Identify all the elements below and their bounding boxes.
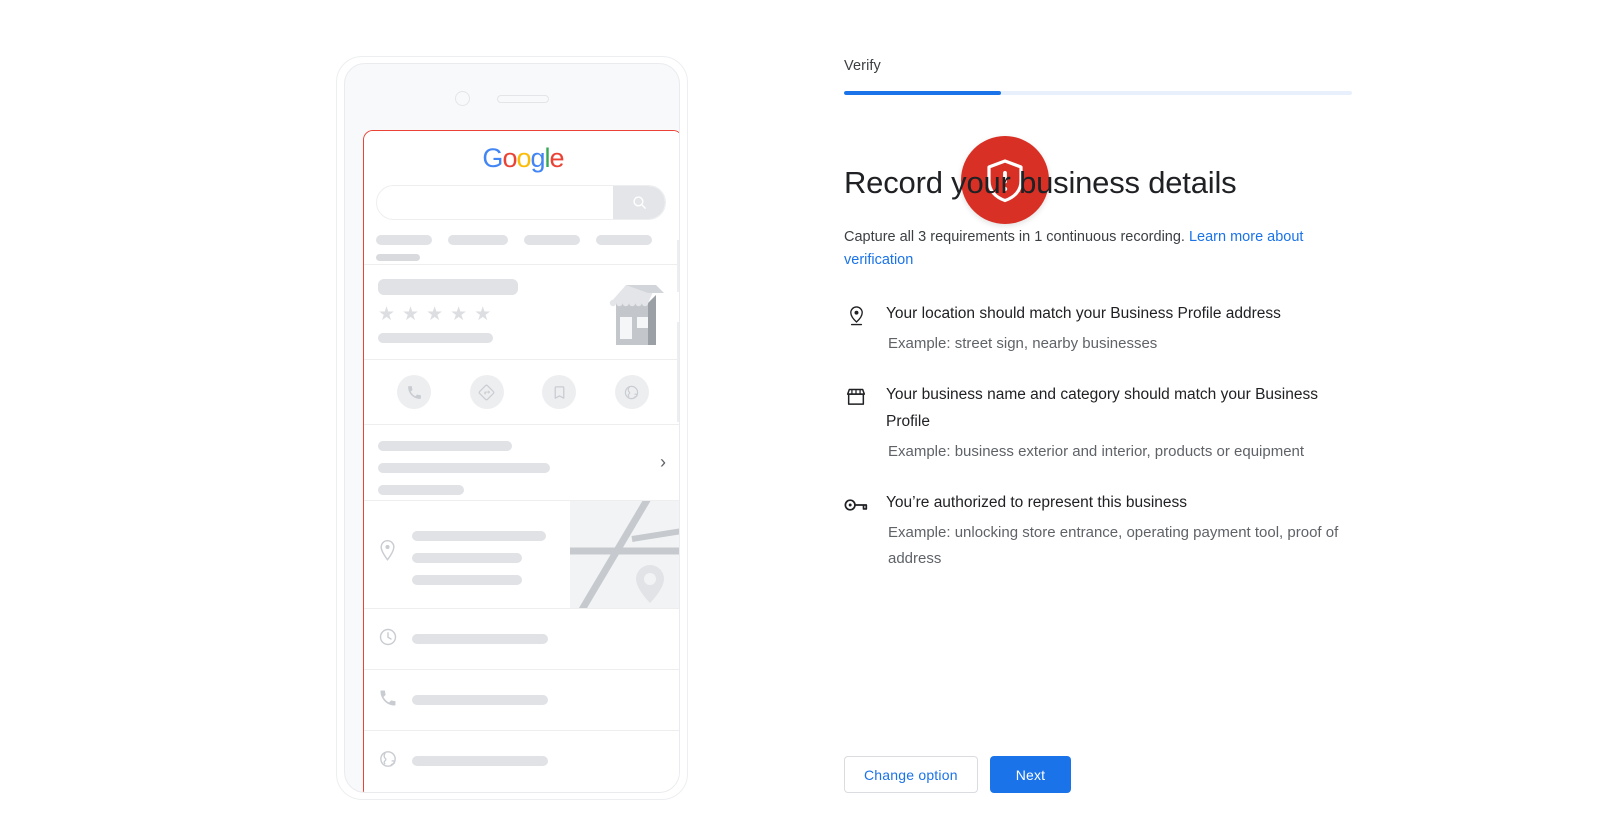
address-line: [412, 553, 522, 563]
phone-icon: [380, 690, 396, 706]
website-row[interactable]: [364, 731, 679, 792]
next-button[interactable]: Next: [989, 756, 1072, 793]
website-action-button[interactable]: [614, 375, 649, 409]
subtitle-text: Capture all 3 requirements in 1 continuo…: [844, 229, 1185, 245]
star-icon: ★: [402, 304, 420, 325]
star-icon: ★: [426, 304, 444, 325]
storefront-illustration: [609, 285, 664, 345]
call-action-button[interactable]: [397, 375, 432, 409]
hours-placeholder: [412, 634, 548, 644]
phone-camera-icon: [455, 91, 470, 106]
phone-business-profile-mockup: Google ★ ★ ★ ★ ★ ›: [336, 56, 1049, 800]
requirement-example: Example: business exterior and interior,…: [888, 443, 1305, 460]
star-icon: ★: [378, 304, 396, 325]
description-line: [378, 485, 464, 495]
business-name-placeholder: [378, 279, 518, 295]
address-line: [412, 575, 522, 585]
active-chip-underline: [376, 254, 420, 261]
filter-chip[interactable]: [376, 235, 432, 245]
map-graphic: [570, 501, 679, 608]
stepper-current-step[interactable]: Verify: [844, 58, 881, 74]
rating-stars: ★ ★ ★ ★ ★: [378, 305, 491, 324]
business-profile-preview: Google ★ ★ ★ ★ ★ ›: [364, 131, 679, 792]
phone-screen-highlighted: Google ★ ★ ★ ★ ★ ›: [363, 130, 679, 792]
action-buttons: Change option Next: [844, 756, 1072, 793]
phone-body: Google ★ ★ ★ ★ ★ ›: [344, 63, 680, 793]
description-line: [378, 463, 550, 473]
business-category-placeholder: [378, 333, 493, 343]
address-section: [364, 501, 679, 609]
search-input[interactable]: [376, 185, 666, 220]
requirements-list: Your location should match your Business…: [844, 300, 1354, 596]
description-line: [378, 441, 512, 451]
phone-power-button: [677, 240, 679, 292]
filter-chip[interactable]: [596, 235, 652, 245]
address-line: [412, 531, 546, 541]
verification-content-panel: Verify Record your business details Capt…: [844, 0, 1364, 816]
filter-chip[interactable]: [524, 235, 580, 245]
map-thumbnail[interactable]: [570, 501, 679, 608]
requirement-title: Your location should match your Business…: [886, 305, 1281, 322]
phone-row[interactable]: [364, 670, 679, 731]
change-option-button[interactable]: Change option: [844, 756, 978, 793]
bookmark-icon: [554, 385, 565, 399]
business-summary-section: ★ ★ ★ ★ ★: [364, 265, 679, 360]
search-header-section: Google: [364, 131, 679, 265]
page-subtitle: Capture all 3 requirements in 1 continuo…: [844, 226, 1334, 271]
directions-icon: [478, 384, 495, 400]
page-title: Record your business details: [844, 164, 1237, 200]
filter-chip[interactable]: [448, 235, 508, 245]
location-pin-icon: [844, 304, 868, 328]
search-button[interactable]: [613, 186, 665, 219]
requirement-title: You’re authorized to represent this busi…: [886, 494, 1188, 511]
requirement-title: Your business name and category should m…: [886, 386, 1318, 430]
google-logo: Google: [482, 143, 564, 173]
clock-icon: [379, 628, 397, 646]
hours-row[interactable]: [364, 609, 679, 670]
website-icon: [625, 385, 639, 399]
star-icon: ★: [450, 304, 468, 325]
requirement-example: Example: unlocking store entrance, opera…: [888, 524, 1339, 567]
chevron-right-icon[interactable]: ›: [660, 453, 666, 471]
phone-volume-button: [677, 322, 679, 422]
website-placeholder: [412, 756, 548, 766]
call-icon: [407, 385, 421, 399]
key-icon: [844, 493, 868, 517]
progress-bar: [844, 91, 1352, 95]
requirement-example: Example: street sign, nearby businesses: [888, 335, 1158, 352]
phone-placeholder: [412, 695, 548, 705]
location-pin-icon: [380, 539, 395, 561]
globe-icon: [380, 751, 396, 767]
phone-speaker-icon: [497, 95, 549, 103]
star-icon: ★: [474, 304, 492, 325]
directions-action-button[interactable]: [469, 375, 504, 409]
filter-chips-row: [376, 235, 676, 245]
requirement-item-authorization: You’re authorized to represent this busi…: [844, 489, 1354, 572]
search-icon: [632, 196, 646, 209]
storefront-icon: [844, 385, 868, 409]
save-action-button[interactable]: [542, 375, 577, 409]
requirement-item-location: Your location should match your Business…: [844, 300, 1354, 357]
verification-screen: Google ★ ★ ★ ★ ★ › Verify Record your bu…: [0, 0, 1600, 816]
quick-actions-section: [364, 360, 679, 425]
progress-bar-fill: [844, 91, 1002, 95]
requirement-item-business: Your business name and category should m…: [844, 381, 1354, 465]
description-section[interactable]: ›: [364, 425, 679, 501]
